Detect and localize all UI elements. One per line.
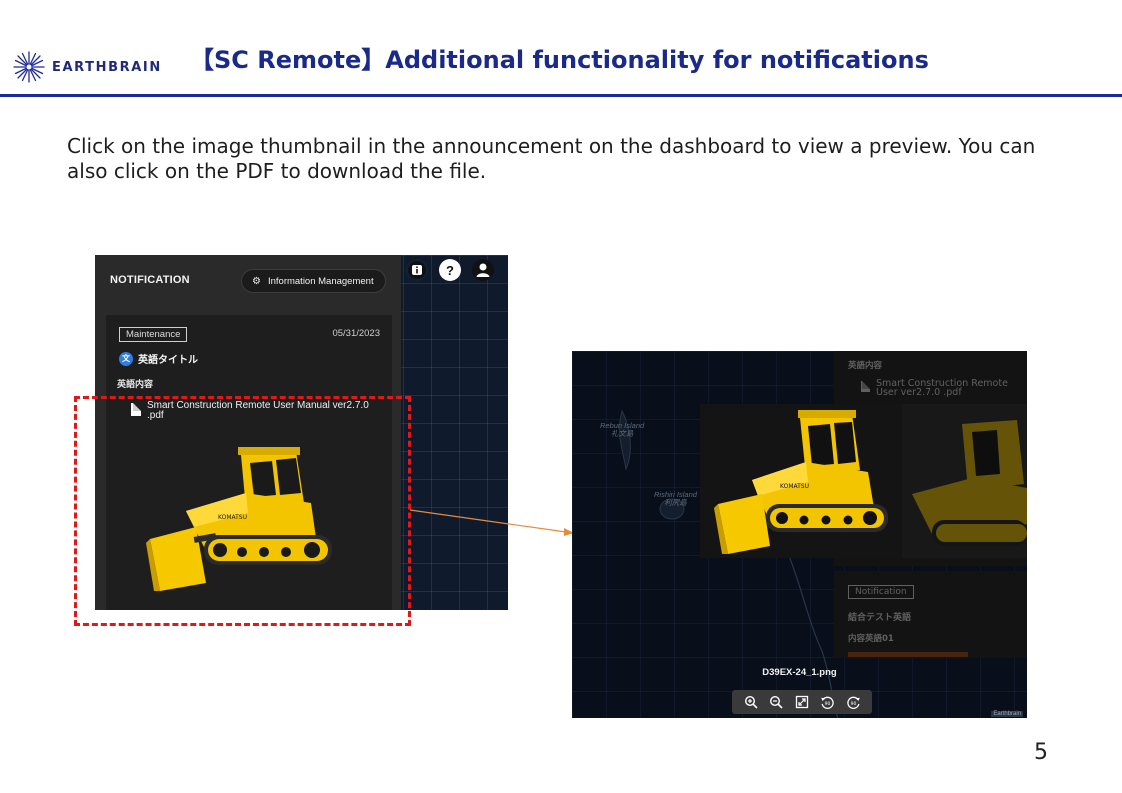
preview-file-name: D39EX-24_1.png [762, 667, 837, 678]
svg-text:KOMATSU: KOMATSU [780, 483, 809, 490]
fit-screen-icon[interactable] [793, 694, 810, 711]
information-management-label: Information Management [267, 275, 374, 287]
notification-date: 05/31/2023 [332, 328, 380, 339]
notification-heading: 文 英語タイトル [119, 351, 198, 366]
info-icon[interactable] [406, 259, 428, 281]
notification-title: 英語タイトル [138, 355, 198, 366]
header-icon-group: ? [406, 259, 494, 281]
rotate-right-90-icon[interactable]: 90 [845, 694, 862, 711]
logo-wordmark: EARTHBRAIN [52, 59, 162, 75]
zoom-in-icon[interactable] [742, 694, 759, 711]
bulldozer-preview-image: KOMATSU [700, 404, 902, 558]
earthbrain-logo: EARTHBRAIN [12, 50, 162, 84]
title-divider [0, 94, 1122, 97]
svg-text:90: 90 [850, 701, 856, 707]
rotate-left-90-icon[interactable]: 90 [819, 694, 836, 711]
notification-body: 英語内容 [117, 380, 154, 390]
arrow-connector [409, 509, 574, 536]
gear-icon: ⚙ [252, 275, 261, 287]
user-icon[interactable] [472, 259, 494, 281]
category-tag: Maintenance [119, 327, 188, 342]
information-management-button[interactable]: ⚙ Information Management [241, 269, 386, 293]
thumbnail-highlight-box [74, 396, 411, 626]
help-icon[interactable]: ? [439, 259, 461, 281]
svg-text:90: 90 [825, 701, 831, 707]
map-watermark: Earthbrain [991, 711, 1023, 717]
translate-icon: 文 [119, 351, 133, 366]
starburst-logo-icon [13, 51, 45, 83]
description-text: Click on the image thumbnail in the anno… [67, 134, 1036, 183]
panel-title: NOTIFICATION [110, 274, 190, 286]
page-number: 5 [1034, 740, 1048, 765]
slide-title: 【SC Remote】Additional functionality for … [190, 46, 929, 74]
preview-toolbar: 90 90 [732, 690, 872, 714]
preview-screenshot: Rebun Island 礼文島 Rishiri Island 利尻島 英語内容… [572, 351, 1027, 718]
zoom-out-icon[interactable] [768, 694, 785, 711]
